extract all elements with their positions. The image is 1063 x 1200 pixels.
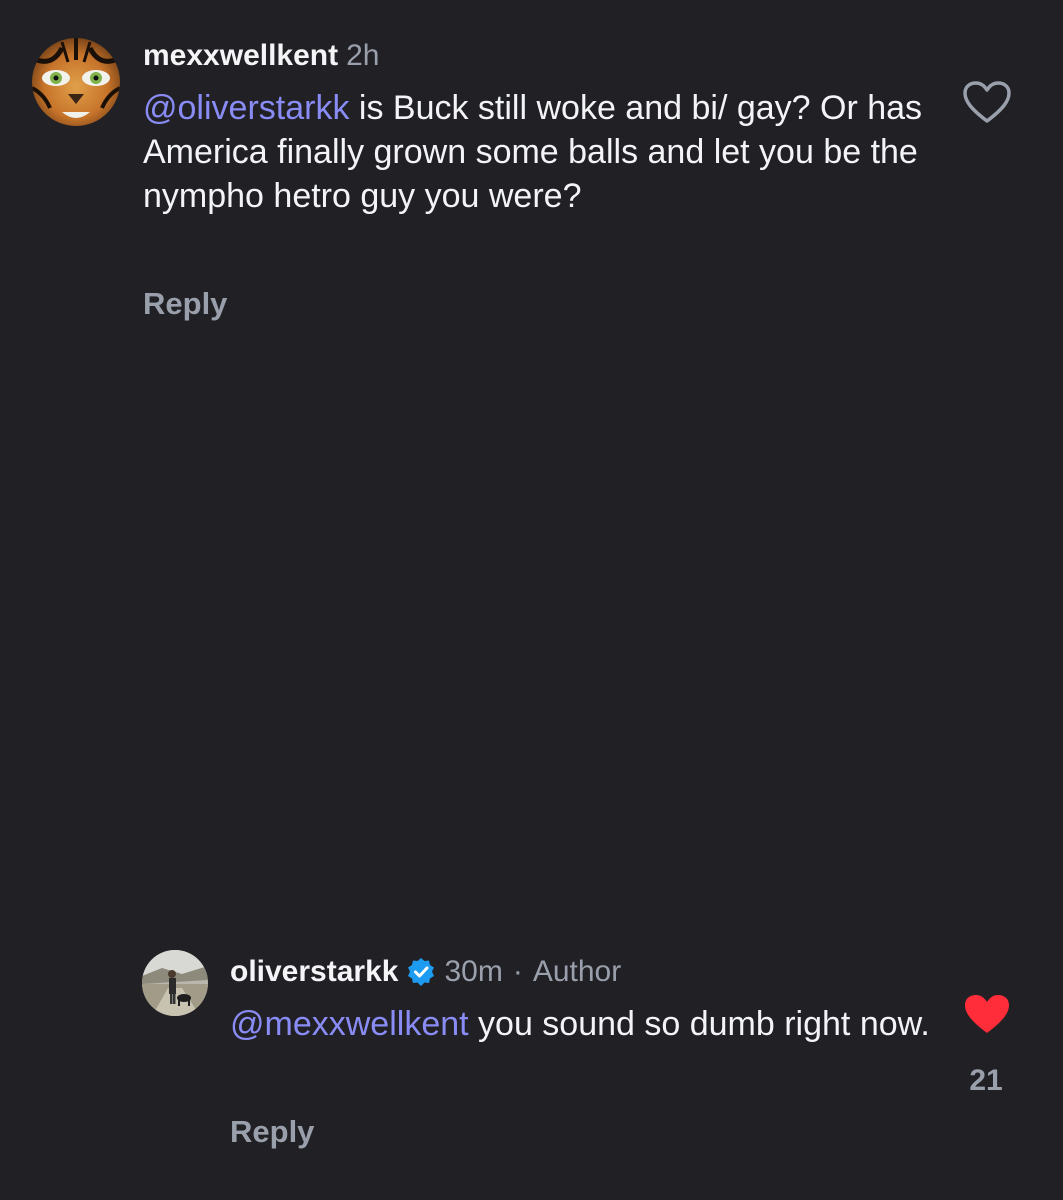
comment-header: mexxwellkent 2h: [143, 38, 933, 74]
reply-body-text: you sound so dumb right now.: [468, 1005, 930, 1043]
comment-content: mexxwellkent 2h @oliverstarkk is Buck st…: [143, 38, 933, 218]
profile-photo-icon: [142, 950, 208, 1016]
reply-content: oliverstarkk 30m · Author @mexxwellkent …: [230, 954, 930, 1046]
reply-button[interactable]: Reply: [143, 286, 227, 322]
avatar-oliverstarkk[interactable]: [142, 950, 208, 1016]
separator: ·: [512, 955, 523, 988]
comment-top: mexxwellkent 2h @oliverstarkk is Buck st…: [0, 0, 1063, 360]
like-button[interactable]: [962, 992, 1012, 1036]
like-count: 21: [969, 1064, 1003, 1097]
comment-text: @oliverstarkk is Buck still woke and bi/…: [143, 86, 933, 218]
reply-header: oliverstarkk 30m · Author: [230, 954, 930, 990]
timestamp: 2h: [346, 39, 380, 72]
mention-link[interactable]: @oliverstarkk: [143, 89, 349, 127]
timestamp: 30m: [444, 955, 503, 988]
heart-outline-icon: [963, 81, 1011, 123]
avatar-mexxwellkent[interactable]: [32, 38, 120, 126]
verified-badge-icon: [406, 957, 436, 987]
heart-filled-icon: [965, 995, 1009, 1033]
comment-reply: oliverstarkk 30m · Author @mexxwellkent …: [0, 930, 1063, 1190]
reply-text: @mexxwellkent you sound so dumb right no…: [230, 1002, 930, 1046]
username[interactable]: oliverstarkk: [230, 954, 398, 990]
like-button[interactable]: [962, 80, 1012, 124]
author-label: Author: [532, 955, 622, 988]
mention-link[interactable]: @mexxwellkent: [230, 1005, 469, 1043]
username[interactable]: mexxwellkent: [143, 38, 338, 74]
reply-button[interactable]: Reply: [230, 1114, 314, 1150]
tiger-avatar-icon: [32, 38, 120, 126]
